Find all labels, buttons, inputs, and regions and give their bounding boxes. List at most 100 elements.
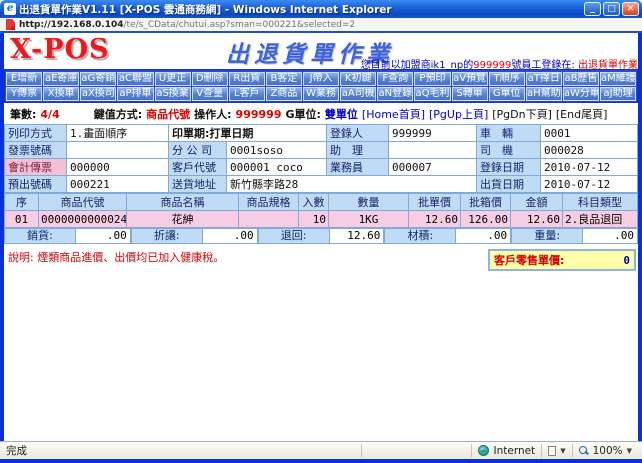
toolbar-button[interactable]: aS換業 (155, 87, 191, 101)
driver-field[interactable]: 000028 (541, 142, 638, 159)
invoice-field[interactable] (67, 142, 169, 159)
branch-field[interactable]: 0001soso (227, 142, 327, 159)
salesman-label: 業務員 (327, 159, 389, 176)
toolbar-button[interactable]: G單位 (489, 87, 525, 101)
retail-price-label: 客戶零售單價: (494, 252, 564, 268)
toolbar-row-1: E增新 aE寄庫 aG寄銷 aC聯盟 U更正 D刪除 R出貨 B客定 J帶入 K… (6, 72, 636, 86)
minimize-button[interactable]: _ (584, 2, 601, 16)
nav-pgdn-link[interactable]: [PgDn下頁] (492, 106, 552, 122)
item-row[interactable]: 01 0000000000024 花紳 10 1KG 12.60 126.00 … (5, 211, 638, 228)
toolbar-button[interactable]: aH幫助 (526, 87, 562, 101)
zoom-control[interactable]: 100% ▼ (572, 444, 638, 457)
toolbar-button[interactable]: S轉單 (452, 87, 488, 101)
url-text[interactable]: http://192.168.0.104/te/s_CData/chutui.a… (19, 20, 355, 30)
total-discount: 折讓: .00 (131, 228, 258, 244)
toolbar-button[interactable]: E增新 (6, 72, 42, 86)
toolbar-button[interactable]: U更正 (155, 72, 191, 86)
toolbar-button[interactable]: aG寄銷 (80, 72, 116, 86)
close-button[interactable]: ✕ (622, 2, 639, 16)
item-seq: 01 (5, 211, 39, 228)
caret-down-icon: ▼ (560, 447, 565, 455)
assistant-field[interactable] (389, 142, 477, 159)
key-mode-label: 鍵值方式: (94, 106, 142, 122)
total-weight-label: 重量: (511, 228, 582, 244)
toolbar-button[interactable]: P預印 (414, 72, 450, 86)
toolbar-button[interactable]: K初鍵 (340, 72, 376, 86)
toolbar-button[interactable]: W業務 (303, 87, 339, 101)
nav-pgup-link[interactable]: [PgUp上頁] (429, 106, 488, 122)
reg-date-field[interactable]: 2010-07-12 (541, 159, 638, 176)
toolbar-button[interactable]: X換車 (43, 87, 79, 101)
print-mode-label: 列印方式 (5, 125, 67, 142)
toolbar-button[interactable]: aP排車 (117, 87, 153, 101)
col-spec: 商品規格 (239, 194, 299, 211)
toolbar-button[interactable]: aB歷售 (563, 72, 599, 86)
toolbar-button[interactable]: aV預覽 (452, 72, 488, 86)
toolbar-button[interactable]: aM維護 (600, 72, 636, 86)
voucher-field[interactable]: 000000 (67, 159, 169, 176)
operator-label: 操作人: (194, 106, 231, 122)
assistant-label: 助 理 (327, 142, 389, 159)
total-volume-value: .00 (455, 228, 511, 244)
page-error-icon (6, 19, 15, 30)
toolbar-button[interactable]: aA司機 (340, 87, 376, 101)
window-title: 出退貨單作業V1.11 [X-POS 雲通商務網] - Windows Inte… (19, 2, 582, 17)
toolbar-button[interactable]: J帶入 (303, 72, 339, 86)
customer-label: 客戶代號 (169, 159, 227, 176)
items-table: 序 商品代號 商品名稱 商品規格 入數 數量 批單價 批箱價 金額 科目類型 0… (4, 193, 638, 228)
maximize-button[interactable]: □ (603, 2, 620, 16)
toolbar-button[interactable]: aQ毛利 (414, 87, 450, 101)
nav-home-link[interactable]: [Home首頁] (362, 106, 425, 122)
driver-label: 司 機 (477, 142, 541, 159)
registrant-field[interactable]: 999999 (389, 125, 477, 142)
url-path: /te/s_CData/chutui.asp?sman=000221&selec… (124, 20, 356, 30)
total-weight: 重量: .00 (511, 228, 638, 244)
toolbar-button[interactable]: aT擇日 (526, 72, 562, 86)
total-return-label: 退回: (258, 228, 329, 244)
toolbar-button[interactable]: aW分單 (563, 87, 599, 101)
preout-field[interactable]: 000221 (67, 176, 169, 193)
invoice-label: 發票號碼 (5, 142, 67, 159)
toolbar-button[interactable]: D刪除 (192, 72, 228, 86)
security-zone: Internet (471, 444, 541, 457)
col-amount: 金額 (511, 194, 563, 211)
toolbar-button[interactable]: B客定 (266, 72, 302, 86)
toolbar-row-2: Y傳票 X換車 aX換司 aP排車 aS換業 V查量 L客戶 Z商品 W業務 a… (6, 87, 636, 101)
address-field[interactable]: 新竹縣李路28 (227, 176, 477, 193)
toolbar-button[interactable]: L客戶 (229, 87, 265, 101)
form-row-3: 會計傳票 000000 客戶代號 000001 coco 業務員 000007 … (5, 159, 638, 176)
item-unit-price: 12.60 (409, 211, 461, 228)
toolbar-button[interactable]: aE寄庫 (43, 72, 79, 86)
col-pack-count: 入數 (299, 194, 329, 211)
browser-window: e 出退貨單作業V1.11 [X-POS 雲通商務網] - Windows In… (0, 0, 642, 463)
ship-date-label: 出貨日期 (477, 176, 541, 193)
toolbar-button[interactable]: F查詢 (377, 72, 413, 86)
totals-row: 銷貨: .00 折讓: .00 退回: 12.60 材積: .00 重量: .0… (4, 228, 638, 244)
toolbar-button[interactable]: aX換司 (80, 87, 116, 101)
url-host: http://192.168.0.104 (19, 20, 124, 30)
salesman-field[interactable]: 000007 (389, 159, 477, 176)
print-mode-field[interactable]: 1.畫面順序 (67, 125, 169, 142)
vehicle-field[interactable]: 0001 (541, 125, 638, 142)
toolbar-button[interactable]: aJ助理 (600, 87, 636, 101)
nav-end-link[interactable]: [End尾頁] (556, 106, 608, 122)
customer-field[interactable]: 000001 coco (227, 159, 327, 176)
toolbar-button[interactable]: Y傳票 (6, 87, 42, 101)
toolbar-button[interactable]: R出貨 (229, 72, 265, 86)
toolbar-button[interactable]: V查量 (192, 87, 228, 101)
col-case-price: 批箱價 (461, 194, 511, 211)
toolbar-button[interactable]: aN登錄 (377, 87, 413, 101)
login-prefix: 您目前以加盟商ik1_np的 (361, 60, 474, 71)
login-target: 出退貨單作業 (578, 60, 638, 71)
total-weight-value: .00 (582, 228, 638, 244)
function-toolbar: E增新 aE寄庫 aG寄銷 aC聯盟 U更正 D刪除 R出貨 B客定 J帶入 K… (4, 69, 638, 103)
retail-price-value: 0 (564, 254, 630, 267)
page-mode-control[interactable]: ▼ (541, 444, 571, 457)
toolbar-button[interactable]: T順序 (489, 72, 525, 86)
address-label: 送貨地址 (169, 176, 227, 193)
record-status-line: 筆數: 4/4 鍵值方式: 商品代號 操作人: 999999 G單位: 雙單位 … (4, 103, 638, 124)
toolbar-button[interactable]: Z商品 (266, 87, 302, 101)
ship-date-field[interactable]: 2010-07-12 (541, 176, 638, 193)
address-bar[interactable]: http://192.168.0.104/te/s_CData/chutui.a… (0, 18, 642, 33)
toolbar-button[interactable]: aC聯盟 (117, 72, 153, 86)
